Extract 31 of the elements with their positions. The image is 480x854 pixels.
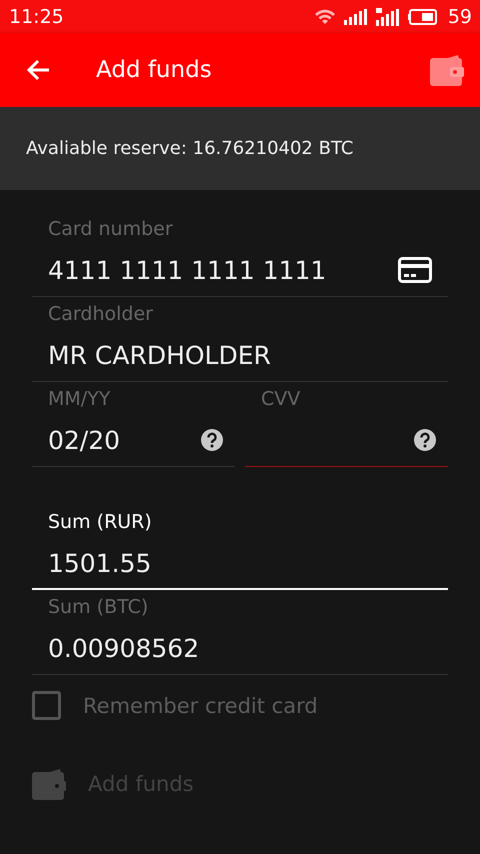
field-label: Cardholder — [48, 303, 154, 327]
field-value: 0.00908562 — [48, 634, 200, 662]
field-value: 02/20 — [48, 426, 120, 454]
help-icon[interactable] — [201, 429, 223, 451]
field-value: 1501.55 — [48, 548, 152, 578]
field-label: Card number — [48, 218, 174, 242]
available-reserve-text: Avaliable reserve: 16.76210402 BTC — [26, 138, 354, 159]
text-field[interactable]: Sum (BTC) 0.00908562 — [32, 590, 448, 675]
wallet-icon — [32, 768, 66, 800]
field-label: Sum (BTC) — [48, 596, 150, 620]
text-field[interactable]: Card number 4111 1111 1111 1111 — [32, 212, 448, 297]
battery-level: 59 — [448, 6, 472, 28]
field-value: MR CARDHOLDER — [48, 340, 271, 370]
clock-time: 11:25 — [9, 6, 64, 28]
battery-icon — [408, 8, 438, 24]
text-field[interactable]: MM/YY 02/20 — [32, 382, 235, 467]
wifi-icon — [314, 8, 336, 26]
field-label: Sum (RUR) — [48, 511, 153, 535]
text-field[interactable]: Cardholder MR CARDHOLDER — [32, 297, 448, 382]
field-label: CVV — [261, 388, 302, 412]
help-icon[interactable] — [414, 429, 436, 451]
screen-title: Add funds — [96, 57, 213, 83]
text-field[interactable]: Sum (RUR) 1501.55 — [32, 505, 448, 590]
signal-icon — [376, 8, 400, 26]
field-label: MM/YY — [48, 388, 112, 412]
checkbox[interactable] — [32, 691, 61, 720]
credit-card-icon[interactable] — [398, 257, 432, 283]
signal-icon — [344, 8, 368, 24]
back-button[interactable] — [25, 58, 51, 82]
field-value: 4111 1111 1111 1111 — [48, 256, 326, 284]
remember-card-label: Remember credit card — [83, 694, 318, 718]
